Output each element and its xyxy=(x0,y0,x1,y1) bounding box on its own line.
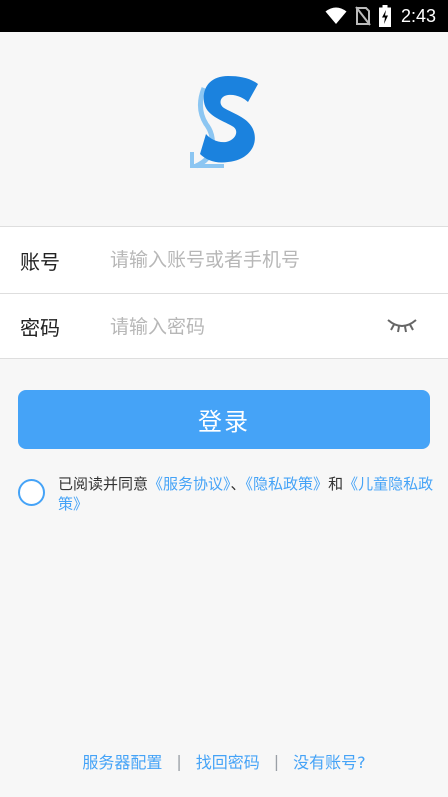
service-agreement-link[interactable]: 《服务协议》 xyxy=(148,475,231,493)
agree-and: 和 xyxy=(328,475,344,493)
login-form: 账号 密码 xyxy=(0,226,448,359)
wifi-icon xyxy=(325,7,347,24)
register-link[interactable]: 没有账号? xyxy=(293,749,366,773)
divider: | xyxy=(273,751,280,771)
retrieve-password-link[interactable]: 找回密码 xyxy=(196,749,260,773)
eye-closed-icon[interactable] xyxy=(385,314,419,336)
agree-checkbox[interactable] xyxy=(18,479,45,506)
status-bar: 2:43 xyxy=(0,0,448,32)
bottom-links: 服务器配置 | 找回密码 | 没有账号? xyxy=(0,749,448,773)
agreement-text: 已阅读并同意《服务协议》、《隐私政策》和《儿童隐私政策》 xyxy=(58,474,436,514)
password-row: 密码 xyxy=(0,293,448,359)
agree-separator: 、 xyxy=(230,475,246,493)
privacy-policy-link[interactable]: 《隐私政策》 xyxy=(246,475,329,493)
account-row: 账号 xyxy=(0,227,448,293)
account-label: 账号 xyxy=(20,249,60,274)
login-button[interactable]: 登录 xyxy=(18,390,430,449)
battery-charging-icon xyxy=(378,5,391,27)
server-config-link[interactable]: 服务器配置 xyxy=(82,749,162,773)
account-input[interactable] xyxy=(110,240,370,280)
s-logo-icon xyxy=(190,76,258,169)
status-time: 2:43 xyxy=(400,5,436,26)
divider: | xyxy=(176,751,182,771)
password-label: 密码 xyxy=(20,316,60,340)
agree-prefix: 已阅读并同意 xyxy=(58,475,149,493)
no-sim-icon xyxy=(355,6,371,26)
password-input[interactable] xyxy=(110,306,370,347)
